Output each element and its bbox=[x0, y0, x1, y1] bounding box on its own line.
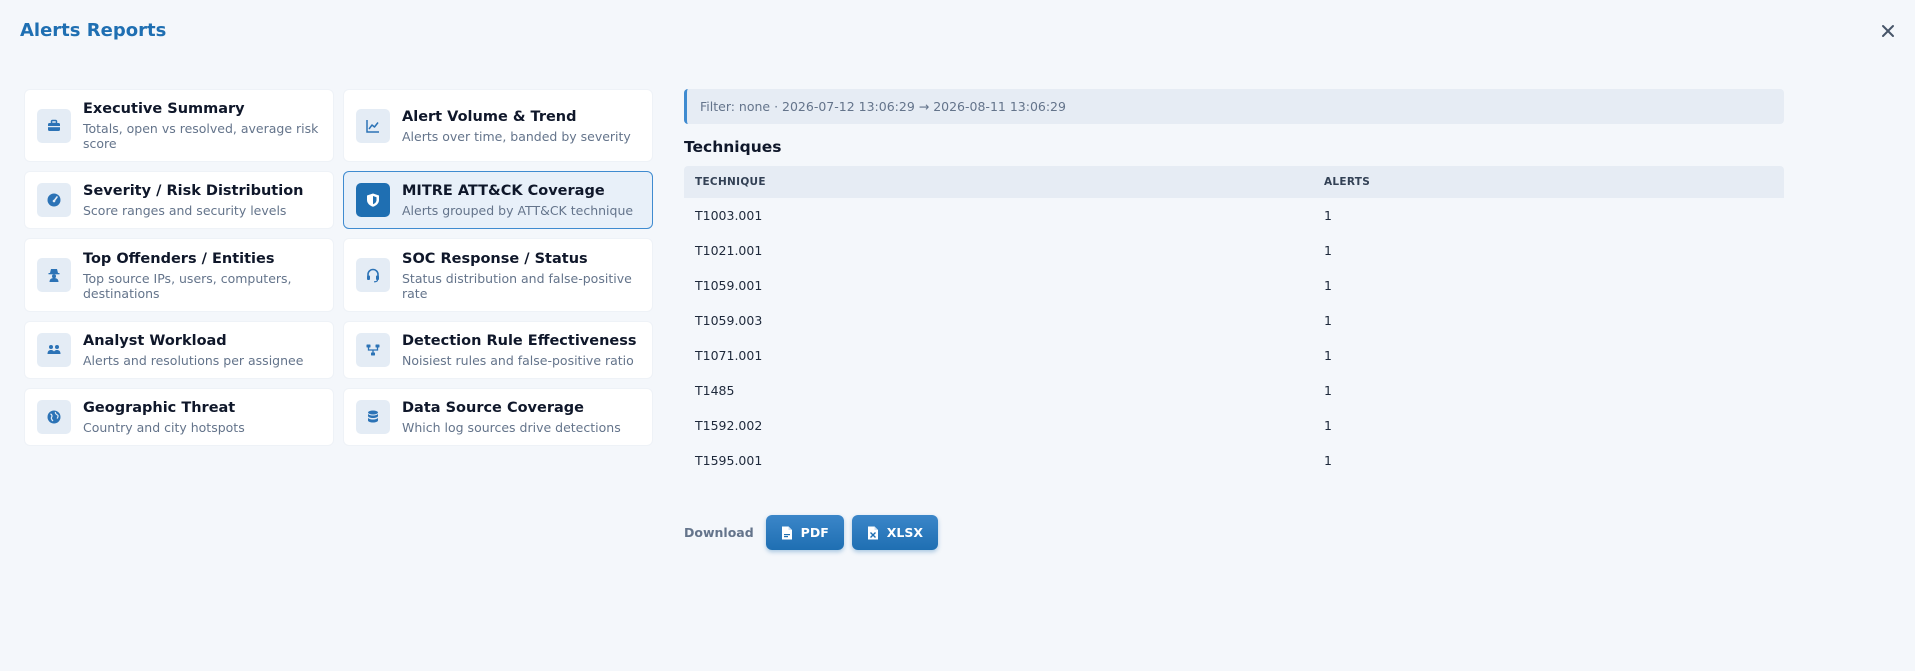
report-card-title: Data Source Coverage bbox=[402, 400, 584, 416]
close-button[interactable] bbox=[1875, 18, 1901, 44]
alerts-cell: 1 bbox=[1324, 243, 1332, 258]
techniques-table: TECHNIQUE ALERTS T1003.001 1 T1021.001 1… bbox=[684, 166, 1784, 478]
report-card-desc: Noisiest rules and false-positive ratio bbox=[402, 353, 634, 368]
report-card-desc: Alerts over time, banded by severity bbox=[402, 128, 631, 144]
technique-cell: T1003.001 bbox=[695, 208, 763, 223]
report-card-desc: Which log sources drive detections bbox=[402, 420, 621, 435]
report-card-desc: Alerts and resolutions per assignee bbox=[83, 353, 304, 368]
briefcase-icon bbox=[37, 108, 71, 143]
download-label: Download bbox=[684, 525, 754, 540]
report-card-top-offenders[interactable]: Top Offenders / Entities Top source IPs,… bbox=[24, 238, 334, 312]
report-card-desc: Status distribution and false-positive r… bbox=[402, 270, 632, 301]
technique-cell: T1485 bbox=[695, 383, 735, 398]
database-icon bbox=[356, 400, 390, 434]
report-card-detection-rules[interactable]: Detection Rule Effectiveness Noisiest ru… bbox=[343, 321, 653, 379]
report-card-title: Geographic Threat bbox=[83, 400, 236, 416]
technique-cell: T1071.001 bbox=[695, 348, 763, 363]
section-title: Techniques bbox=[684, 138, 782, 156]
alerts-cell: 1 bbox=[1324, 348, 1332, 363]
user-secret-icon bbox=[37, 258, 71, 292]
report-card-soc-response[interactable]: SOC Response / Status Status distributio… bbox=[343, 238, 653, 312]
report-card-analyst-workload[interactable]: Analyst Workload Alerts and resolutions … bbox=[24, 321, 334, 379]
technique-cell: T1059.001 bbox=[695, 278, 763, 293]
download-xlsx-label: XLSX bbox=[886, 525, 923, 540]
table-row: T1592.002 1 bbox=[684, 408, 1784, 443]
table-row: T1485 1 bbox=[684, 373, 1784, 408]
table-row: T1595.001 1 bbox=[684, 443, 1784, 478]
column-header-alerts: ALERTS bbox=[1324, 176, 1371, 188]
report-card-severity-distribution[interactable]: Severity / Risk Distribution Score range… bbox=[24, 171, 334, 229]
report-card-data-source-coverage[interactable]: Data Source Coverage Which log sources d… bbox=[343, 388, 653, 446]
alerts-cell: 1 bbox=[1324, 208, 1332, 223]
report-card-title: Top Offenders / Entities bbox=[83, 250, 275, 267]
alerts-cell: 1 bbox=[1324, 453, 1332, 468]
headset-icon bbox=[356, 258, 390, 292]
table-header: TECHNIQUE ALERTS bbox=[684, 166, 1784, 198]
alerts-cell: 1 bbox=[1324, 313, 1332, 328]
report-list: Executive Summary Totals, open vs resolv… bbox=[24, 89, 653, 446]
report-card-title: MITRE ATT&CK Coverage bbox=[402, 183, 605, 199]
page-title: Alerts Reports bbox=[20, 20, 167, 41]
alerts-cell: 1 bbox=[1324, 383, 1332, 398]
report-card-desc: Country and city hotspots bbox=[83, 420, 245, 435]
report-card-title: Detection Rule Effectiveness bbox=[402, 333, 637, 349]
alerts-cell: 1 bbox=[1324, 418, 1332, 433]
download-pdf-button[interactable]: PDF bbox=[765, 515, 844, 550]
report-card-alert-volume[interactable]: Alert Volume & Trend Alerts over time, b… bbox=[343, 89, 653, 162]
report-card-desc: Alerts grouped by ATT&CK technique bbox=[402, 203, 634, 218]
report-card-geographic-threat[interactable]: Geographic Threat Country and city hotsp… bbox=[24, 388, 334, 446]
users-icon bbox=[37, 333, 71, 367]
report-card-desc: Score ranges and security levels bbox=[83, 203, 287, 218]
gauge-icon bbox=[37, 183, 71, 217]
report-card-desc: Totals, open vs resolved, average risk s… bbox=[83, 121, 319, 151]
report-card-title: Executive Summary bbox=[83, 101, 245, 117]
filter-summary: Filter: none · 2026-07-12 13:06:29 → 202… bbox=[684, 89, 1784, 124]
technique-cell: T1059.003 bbox=[695, 313, 763, 328]
table-row: T1021.001 1 bbox=[684, 233, 1784, 268]
table-row: T1059.003 1 bbox=[684, 303, 1784, 338]
report-card-desc: Top source IPs, users, computers, destin… bbox=[83, 270, 292, 301]
report-card-title: Analyst Workload bbox=[83, 333, 227, 349]
technique-cell: T1592.002 bbox=[695, 418, 763, 433]
globe-icon bbox=[37, 400, 71, 434]
close-icon bbox=[1882, 25, 1894, 37]
table-row: T1059.001 1 bbox=[684, 268, 1784, 303]
report-card-executive-summary[interactable]: Executive Summary Totals, open vs resolv… bbox=[24, 89, 334, 162]
table-row: T1003.001 1 bbox=[684, 198, 1784, 233]
file-pdf-icon bbox=[781, 526, 792, 539]
report-card-title: Alert Volume & Trend bbox=[402, 108, 577, 125]
download-pdf-label: PDF bbox=[800, 525, 829, 540]
alerts-cell: 1 bbox=[1324, 278, 1332, 293]
file-excel-icon bbox=[867, 526, 878, 539]
technique-cell: T1595.001 bbox=[695, 453, 763, 468]
report-card-mitre-coverage[interactable]: MITRE ATT&CK Coverage Alerts grouped by … bbox=[343, 171, 653, 229]
line-chart-icon bbox=[356, 108, 390, 143]
download-xlsx-button[interactable]: XLSX bbox=[851, 515, 938, 550]
sitemap-icon bbox=[356, 333, 390, 367]
column-header-technique: TECHNIQUE bbox=[695, 176, 766, 188]
shield-icon bbox=[356, 183, 390, 217]
report-card-title: Severity / Risk Distribution bbox=[83, 183, 304, 199]
report-card-title: SOC Response / Status bbox=[402, 250, 588, 267]
table-row: T1071.001 1 bbox=[684, 338, 1784, 373]
download-section: Download PDF XLSX bbox=[684, 515, 946, 550]
technique-cell: T1021.001 bbox=[695, 243, 763, 258]
